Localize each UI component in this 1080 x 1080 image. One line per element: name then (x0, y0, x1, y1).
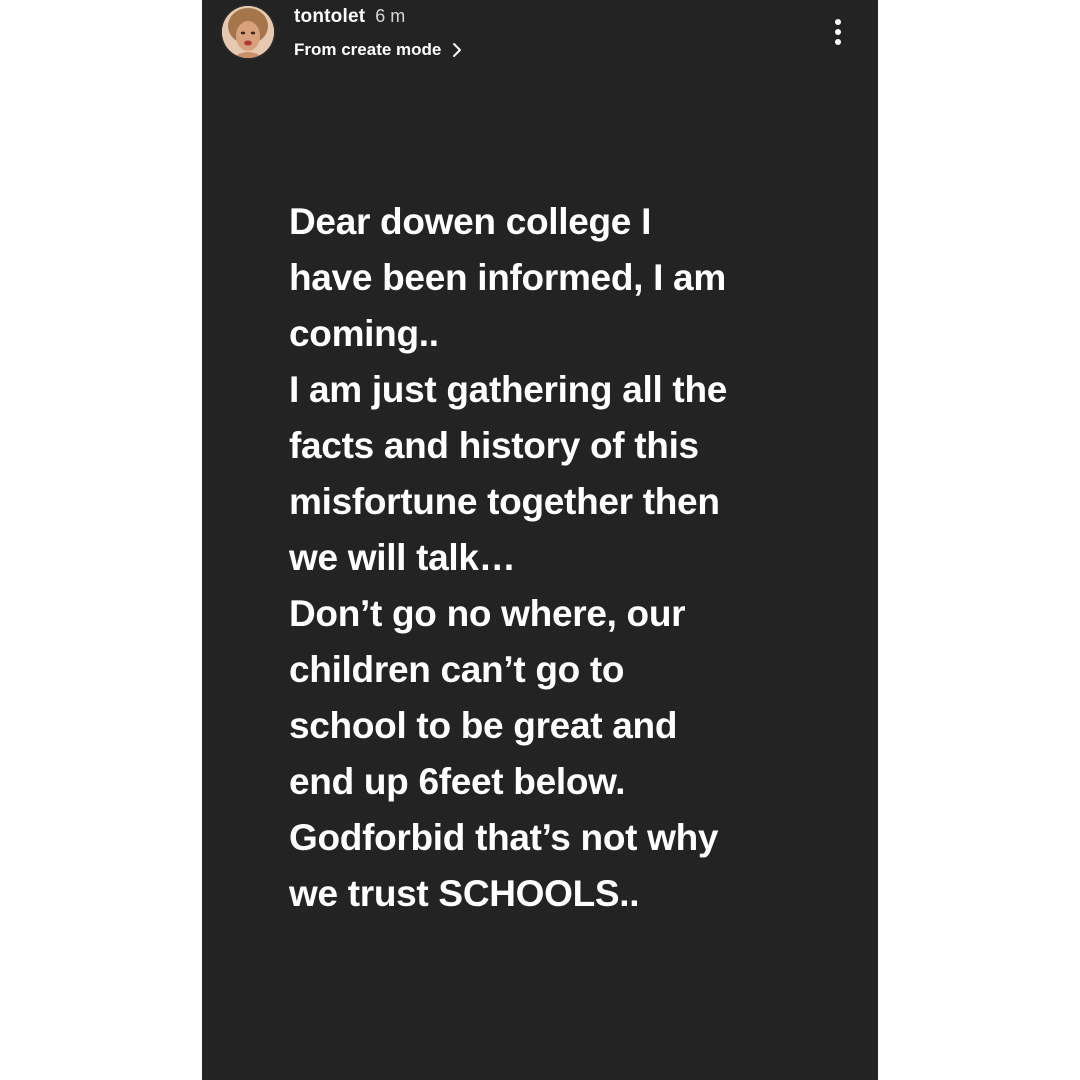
source-label: From create mode (294, 40, 442, 59)
more-options-button[interactable] (820, 14, 856, 50)
more-vertical-icon (835, 19, 841, 45)
story-text-line: school to be great and (289, 705, 678, 746)
story-text-line: children can’t go to (289, 649, 625, 690)
story-viewer[interactable]: tontolet 6 m From create mode Dear dowen… (202, 0, 878, 1080)
story-text-line: we trust SCHOOLS.. (289, 873, 640, 914)
story-text-line: we will talk… (289, 537, 516, 578)
story-text-line: Dear dowen college I (289, 201, 652, 242)
story-text-line: Godforbid that’s not why (289, 817, 719, 858)
username[interactable]: tontolet (294, 6, 365, 28)
story-text: Dear dowen college I have been informed,… (289, 194, 849, 922)
create-mode-link[interactable]: From create mode (294, 38, 465, 62)
story-text-line: misfortune together then (289, 481, 720, 522)
profile-avatar[interactable] (222, 6, 274, 58)
post-time: 6 m (375, 6, 406, 26)
story-text-line: coming.. (289, 313, 439, 354)
story-header: tontolet 6 m From create mode (202, 0, 878, 70)
story-text-line: have been informed, I am (289, 257, 726, 298)
story-text-line: end up 6feet below. (289, 761, 626, 802)
story-text-line: facts and history of this (289, 425, 699, 466)
username-row: tontolet 6 m (294, 6, 405, 32)
story-text-line: I am just gathering all the (289, 369, 728, 410)
story-text-line: Don’t go no where, our (289, 593, 686, 634)
chevron-right-icon (449, 42, 465, 58)
avatar-image (222, 6, 274, 58)
page: tontolet 6 m From create mode Dear dowen… (0, 0, 1080, 1080)
